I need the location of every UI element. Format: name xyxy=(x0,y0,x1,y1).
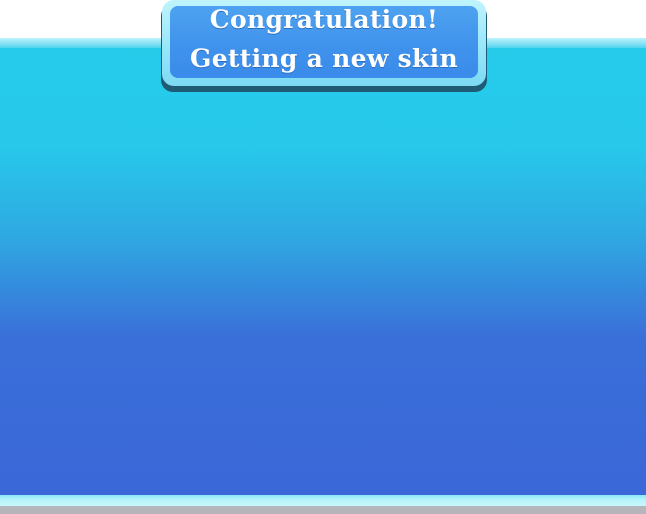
panel-bottom-rim xyxy=(0,495,646,506)
reward-panel xyxy=(0,38,646,506)
banner-title: Congratulation! xyxy=(209,5,439,34)
game-screen: Congratulation! Getting a new skin xyxy=(0,0,646,514)
banner-subtitle: Getting a new skin xyxy=(190,44,458,73)
bottom-strip xyxy=(0,506,646,514)
banner-text: Congratulation! Getting a new skin xyxy=(162,0,486,86)
